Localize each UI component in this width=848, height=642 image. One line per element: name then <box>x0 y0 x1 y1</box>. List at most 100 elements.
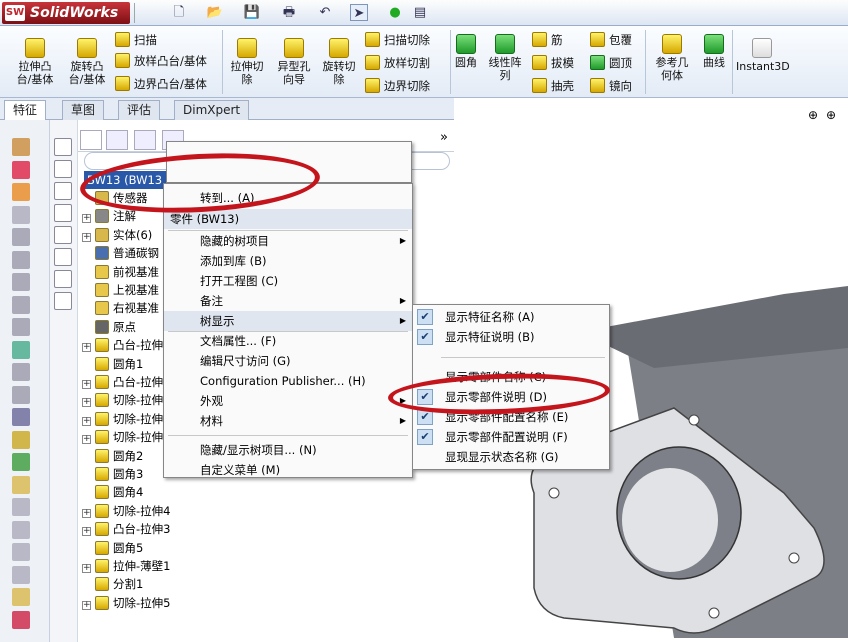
view-tool-icon[interactable] <box>54 248 72 266</box>
view-tool-icon[interactable] <box>54 204 72 222</box>
tree-item[interactable]: 圆角1 <box>82 355 143 373</box>
revolve-boss-button[interactable]: 旋转凸 台/基体 <box>62 38 112 86</box>
feature-tree-tab-icon[interactable] <box>80 130 102 150</box>
left-tool-icon[interactable] <box>12 205 30 224</box>
tree-item[interactable]: + 切除-拉伸4 <box>82 502 170 520</box>
left-tool-icon[interactable] <box>12 160 30 179</box>
tab-features[interactable]: 特征 <box>4 100 47 121</box>
left-tool-icon[interactable] <box>12 318 30 336</box>
expand-toggle-icon[interactable]: + <box>82 343 91 353</box>
zoom-fit-icon[interactable]: ⊕ <box>808 108 818 122</box>
tree-item[interactable]: + 切除-拉伸 <box>82 391 163 409</box>
tree-item[interactable]: + 凸台-拉伸 <box>82 373 163 391</box>
expand-toggle-icon[interactable]: + <box>82 232 91 242</box>
tree-item[interactable]: + 凸台-拉伸3 <box>82 520 170 538</box>
instant3d-button[interactable]: Instant3D <box>736 38 790 73</box>
menu-item[interactable]: 外观 ▶ <box>164 391 412 411</box>
hole-wizard-button[interactable]: 异型孔 向导 <box>272 38 316 86</box>
menu-item[interactable]: 备注 ▶ <box>164 291 412 311</box>
boundary-cut-button[interactable]: 边界切除 <box>365 76 430 96</box>
menu-item[interactable]: 文档属性... (F) <box>164 331 412 351</box>
tree-item[interactable]: + 凸台-拉伸 <box>82 336 163 354</box>
extrude-boss-button[interactable]: 拉伸凸 台/基体 <box>10 38 60 86</box>
left-tool-icon[interactable] <box>12 385 30 404</box>
view-tool-icon[interactable] <box>54 138 72 156</box>
open-folder-icon[interactable]: 📂 <box>206 4 224 21</box>
options-icon[interactable]: ▤ <box>411 4 429 21</box>
tree-item[interactable]: 上视基准 <box>82 281 159 299</box>
linear-pattern-button[interactable]: 线性阵 列 <box>484 34 526 82</box>
left-tool-icon[interactable] <box>12 453 30 471</box>
tab-dimxpert[interactable]: DimXpert <box>174 100 250 120</box>
tree-item[interactable]: 圆角5 <box>82 539 143 557</box>
undo-icon[interactable]: ↶ <box>316 4 334 21</box>
left-tool-icon[interactable] <box>12 520 30 539</box>
menu-item[interactable]: 材料 ▶ <box>164 411 412 431</box>
print-icon[interactable]: 🖶 <box>280 4 298 21</box>
submenu-item[interactable]: 显现显示状态名称 (G) <box>413 447 609 467</box>
curves-button[interactable]: 曲线 <box>698 34 730 69</box>
fillet-button[interactable]: 圆角 <box>452 34 480 69</box>
left-tool-icon[interactable] <box>12 565 30 584</box>
left-tool-icon[interactable] <box>12 610 30 629</box>
left-tool-icon[interactable] <box>12 228 30 246</box>
tree-item[interactable]: 圆角2 <box>82 447 143 465</box>
dome-button[interactable]: 圆顶 <box>590 53 632 73</box>
tree-item[interactable]: + 实体(6) <box>82 226 152 244</box>
tree-item[interactable]: 普通碳钢 <box>82 244 159 262</box>
left-tool-icon[interactable] <box>12 543 30 561</box>
menu-item[interactable]: Configuration Publisher... (H) <box>164 371 412 391</box>
expand-toggle-icon[interactable]: + <box>82 380 91 389</box>
left-tool-icon[interactable] <box>12 475 30 494</box>
tab-sketch[interactable]: 草图 <box>62 100 105 120</box>
left-tool-icon[interactable] <box>12 498 30 516</box>
expand-toggle-icon[interactable]: + <box>82 600 91 610</box>
save-icon[interactable]: 💾 <box>243 4 261 21</box>
extrude-cut-button[interactable]: 拉伸切 除 <box>226 38 268 86</box>
left-tool-icon[interactable] <box>12 340 30 359</box>
tree-item[interactable]: 圆角3 <box>82 465 143 483</box>
left-tool-icon[interactable] <box>12 430 30 449</box>
mirror-button[interactable]: 镜向 <box>590 76 632 96</box>
view-tool-icon[interactable] <box>54 292 72 310</box>
submenu-item[interactable]: ✔ 显示特征名称 (A) <box>413 307 609 327</box>
new-file-icon[interactable]: 🗋 <box>170 4 188 21</box>
left-tool-icon[interactable] <box>12 363 30 381</box>
submenu-item[interactable]: ✔ 显示零部件配置说明 (F) <box>413 427 609 447</box>
left-tool-icon[interactable] <box>12 250 30 269</box>
tab-evaluate[interactable]: 评估 <box>118 100 161 120</box>
menu-item[interactable]: 打开工程图 (C) <box>164 271 412 291</box>
menu-item[interactable]: 树显示 ▶ <box>164 311 412 331</box>
left-tool-icon[interactable] <box>12 183 30 201</box>
boundary-boss-button[interactable]: 边界凸台/基体 <box>115 74 207 94</box>
wrap-button[interactable]: 包覆 <box>590 30 632 50</box>
expand-toggle-icon[interactable]: + <box>82 214 91 224</box>
left-tool-icon[interactable] <box>12 273 30 291</box>
expand-toggle-icon[interactable]: + <box>82 508 91 518</box>
tree-item[interactable]: + 切除-拉伸 <box>82 410 163 428</box>
revolve-cut-button[interactable]: 旋转切 除 <box>318 38 360 86</box>
tree-item[interactable]: + 切除-拉伸5 <box>82 594 170 612</box>
tree-item[interactable]: + 注解 <box>82 207 136 225</box>
menu-item[interactable]: 隐藏的树项目 ▶ <box>164 231 412 251</box>
lofted-cut-button[interactable]: 放样切割 <box>365 53 430 73</box>
submenu-item[interactable]: ✔ 显示特征说明 (B) <box>413 327 609 347</box>
tree-item[interactable]: + 切除-拉伸 <box>82 428 163 446</box>
left-tool-icon[interactable] <box>12 138 30 156</box>
expand-toggle-icon[interactable]: + <box>82 564 91 573</box>
menu-item[interactable]: 隐藏/显示树项目... (N) <box>164 440 412 460</box>
sweep-button[interactable]: 扫描 <box>115 30 157 50</box>
menu-item[interactable]: 自定义菜单 (M) <box>164 460 412 480</box>
expand-toggle-icon[interactable]: + <box>82 398 91 408</box>
tree-item[interactable]: 圆角4 <box>82 483 143 501</box>
tree-item[interactable]: 原点 <box>82 318 136 336</box>
menu-item[interactable]: 添加到库 (B) <box>164 251 412 271</box>
loft-button[interactable]: 放样凸台/基体 <box>115 51 207 71</box>
left-tool-icon[interactable] <box>12 408 30 426</box>
view-tool-icon[interactable] <box>54 160 72 178</box>
swept-cut-button[interactable]: 扫描切除 <box>365 30 430 50</box>
view-tool-icon[interactable] <box>54 270 72 288</box>
expand-toggle-icon[interactable]: + <box>82 527 91 537</box>
solidworks-logo[interactable]: SW SolidWorks <box>2 2 130 24</box>
tree-item[interactable]: 前视基准 <box>82 263 159 281</box>
